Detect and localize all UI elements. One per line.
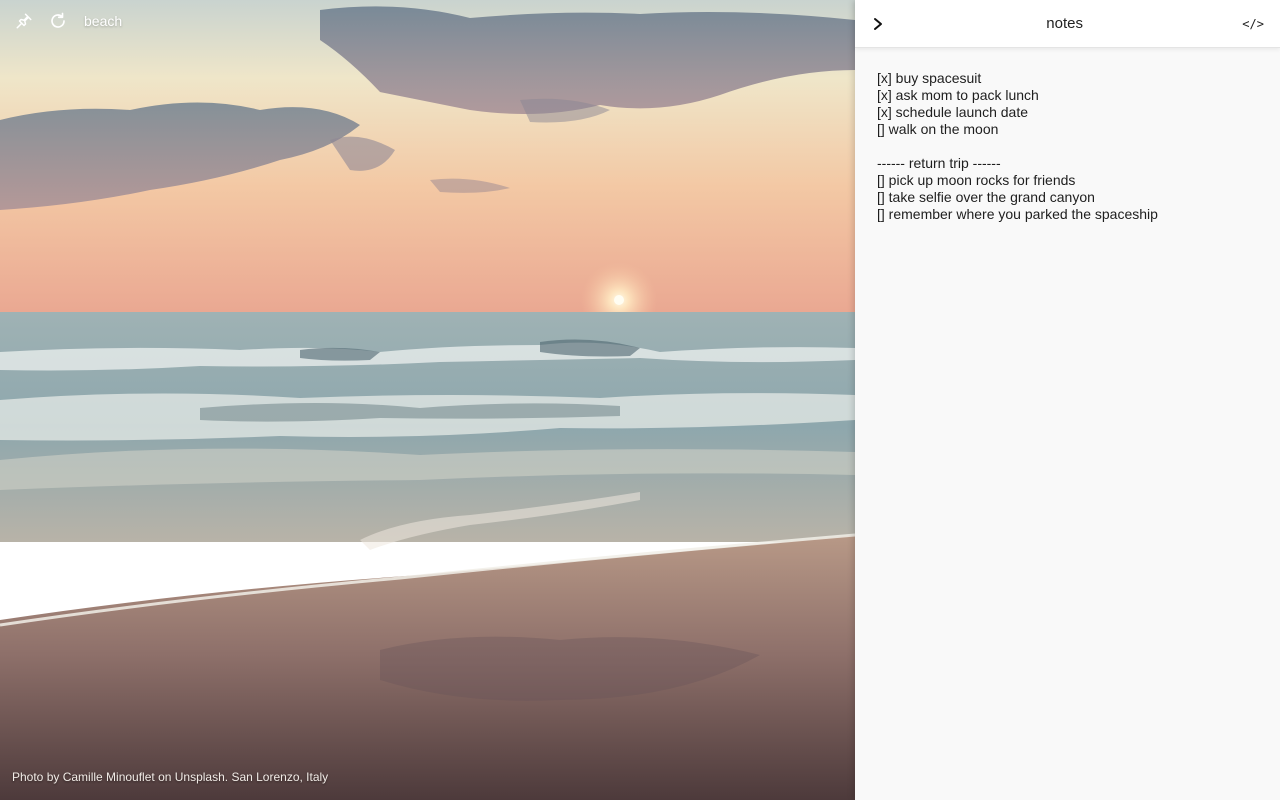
code-toggle-button[interactable]: </> <box>1242 17 1264 31</box>
note-line: [] walk on the moon <box>877 121 999 137</box>
background-title: beach <box>84 13 123 29</box>
note-line: [x] ask mom to pack lunch <box>877 87 1039 103</box>
app-root: beach Photo by Camille Minouflet on Unsp… <box>0 0 1280 800</box>
notes-header: notes </> <box>855 0 1280 48</box>
background-toolbar: beach <box>12 8 122 34</box>
notes-title: notes <box>1046 15 1083 32</box>
chevron-right-icon[interactable] <box>869 12 887 36</box>
notes-editor[interactable]: [x] buy spacesuit [x] ask mom to pack lu… <box>855 48 1280 245</box>
note-line-blank <box>877 138 1258 155</box>
refresh-icon[interactable] <box>46 8 70 34</box>
pin-icon[interactable] <box>12 8 36 34</box>
note-line: [] remember where you parked the spacesh… <box>877 206 1158 222</box>
note-section-divider: ------ return trip ------ <box>877 155 1001 171</box>
beach-sunset-image <box>0 0 855 800</box>
note-line: [x] buy spacesuit <box>877 70 982 86</box>
note-line: [] take selfie over the grand canyon <box>877 189 1095 205</box>
note-line: [] pick up moon rocks for friends <box>877 172 1076 188</box>
notes-panel: notes </> [x] buy spacesuit [x] ask mom … <box>855 0 1280 800</box>
background-photo: beach Photo by Camille Minouflet on Unsp… <box>0 0 855 800</box>
photo-credit[interactable]: Photo by Camille Minouflet on Unsplash. … <box>12 770 328 784</box>
note-line: [x] schedule launch date <box>877 104 1028 120</box>
